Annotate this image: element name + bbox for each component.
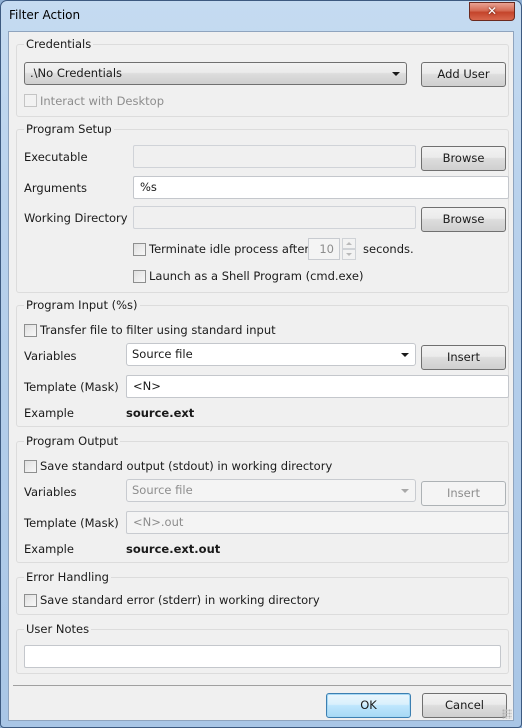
credentials-group: Credentials .\No Credentials Add User In… <box>16 37 509 117</box>
transfer-stdin-label: Transfer file to filter using standard i… <box>40 323 276 337</box>
user-notes-input[interactable] <box>24 645 501 668</box>
add-user-button[interactable]: Add User <box>421 62 506 87</box>
program-input-group: Program Input (%s) Transfer file to filt… <box>16 298 509 427</box>
output-variables-select[interactable]: Source file <box>126 479 416 502</box>
input-example-label: Example <box>24 406 74 420</box>
resize-grip-icon[interactable] <box>502 709 512 719</box>
program-output-group-title: Program Output <box>24 434 121 448</box>
arrow-up-icon <box>346 242 352 245</box>
close-button[interactable]: ✕ <box>469 2 515 21</box>
program-setup-group: Program Setup Executable Browse Argument… <box>16 122 509 293</box>
transfer-stdin-checkbox[interactable] <box>24 324 37 337</box>
title-bar[interactable]: Filter Action ✕ <box>1 1 521 31</box>
output-template-input[interactable]: <N>.out <box>126 511 509 534</box>
output-example-label: Example <box>24 542 74 556</box>
output-example-value: source.ext.out <box>126 542 221 556</box>
terminate-idle-checkbox[interactable] <box>133 243 146 256</box>
chevron-down-icon <box>392 72 400 76</box>
working-directory-input[interactable] <box>133 206 416 229</box>
error-handling-group: Error Handling Save standard error (stde… <box>16 570 509 615</box>
input-insert-button[interactable]: Insert <box>421 345 506 370</box>
program-output-group: Program Output Save standard output (std… <box>16 434 509 563</box>
executable-input[interactable] <box>133 145 416 168</box>
input-template-input[interactable]: <N> <box>126 375 509 398</box>
timeout-input[interactable]: 10 <box>308 238 340 260</box>
output-insert-button[interactable]: Insert <box>421 481 506 506</box>
credentials-group-title: Credentials <box>24 37 94 51</box>
input-variables-label: Variables <box>24 349 77 363</box>
user-notes-group-title: User Notes <box>24 622 92 636</box>
input-variables-select-value: Source file <box>132 347 193 361</box>
arguments-input[interactable]: %s <box>133 176 509 199</box>
program-setup-group-title: Program Setup <box>24 122 114 136</box>
browse-executable-button[interactable]: Browse <box>421 146 506 171</box>
dialog-body: Credentials .\No Credentials Add User In… <box>8 31 514 721</box>
shell-program-checkbox[interactable] <box>133 270 146 283</box>
input-example-value: source.ext <box>126 406 195 420</box>
interact-desktop-label: Interact with Desktop <box>40 94 165 108</box>
credentials-select-value: .\No Credentials <box>30 66 123 80</box>
arguments-label: Arguments <box>24 181 88 195</box>
footer-divider <box>13 685 511 686</box>
arrow-down-icon <box>346 253 352 256</box>
filter-action-dialog: Filter Action ✕ Credentials .\No Credent… <box>0 0 522 728</box>
save-stdout-label: Save standard output (stdout) in working… <box>40 459 333 473</box>
chevron-down-icon <box>401 353 409 357</box>
output-variables-select-value: Source file <box>132 483 193 497</box>
output-variables-label: Variables <box>24 485 77 499</box>
save-stderr-checkbox[interactable] <box>24 594 37 607</box>
seconds-label: seconds. <box>363 242 414 256</box>
timeout-increment-button[interactable] <box>342 238 356 249</box>
user-notes-group: User Notes <box>16 622 509 674</box>
output-template-label: Template (Mask) <box>24 516 119 530</box>
save-stderr-label: Save standard error (stderr) in working … <box>40 593 320 607</box>
program-input-group-title: Program Input (%s) <box>24 298 140 312</box>
working-directory-label: Working Directory <box>24 211 128 225</box>
save-stdout-checkbox[interactable] <box>24 460 37 473</box>
terminate-idle-label: Terminate idle process after <box>149 242 310 256</box>
cancel-button[interactable]: Cancel <box>422 693 507 718</box>
ok-button[interactable]: OK <box>326 693 411 718</box>
window-title: Filter Action <box>9 8 81 22</box>
executable-label: Executable <box>24 150 88 164</box>
input-variables-select[interactable]: Source file <box>126 343 416 366</box>
browse-working-directory-button[interactable]: Browse <box>421 207 506 232</box>
error-handling-group-title: Error Handling <box>24 570 111 584</box>
interact-desktop-checkbox[interactable] <box>24 94 37 107</box>
shell-program-label: Launch as a Shell Program (cmd.exe) <box>149 269 364 283</box>
close-icon: ✕ <box>486 4 498 18</box>
credentials-select[interactable]: .\No Credentials <box>24 62 407 85</box>
timeout-decrement-button[interactable] <box>342 249 356 260</box>
chevron-down-icon <box>401 489 409 493</box>
input-template-label: Template (Mask) <box>24 380 119 394</box>
